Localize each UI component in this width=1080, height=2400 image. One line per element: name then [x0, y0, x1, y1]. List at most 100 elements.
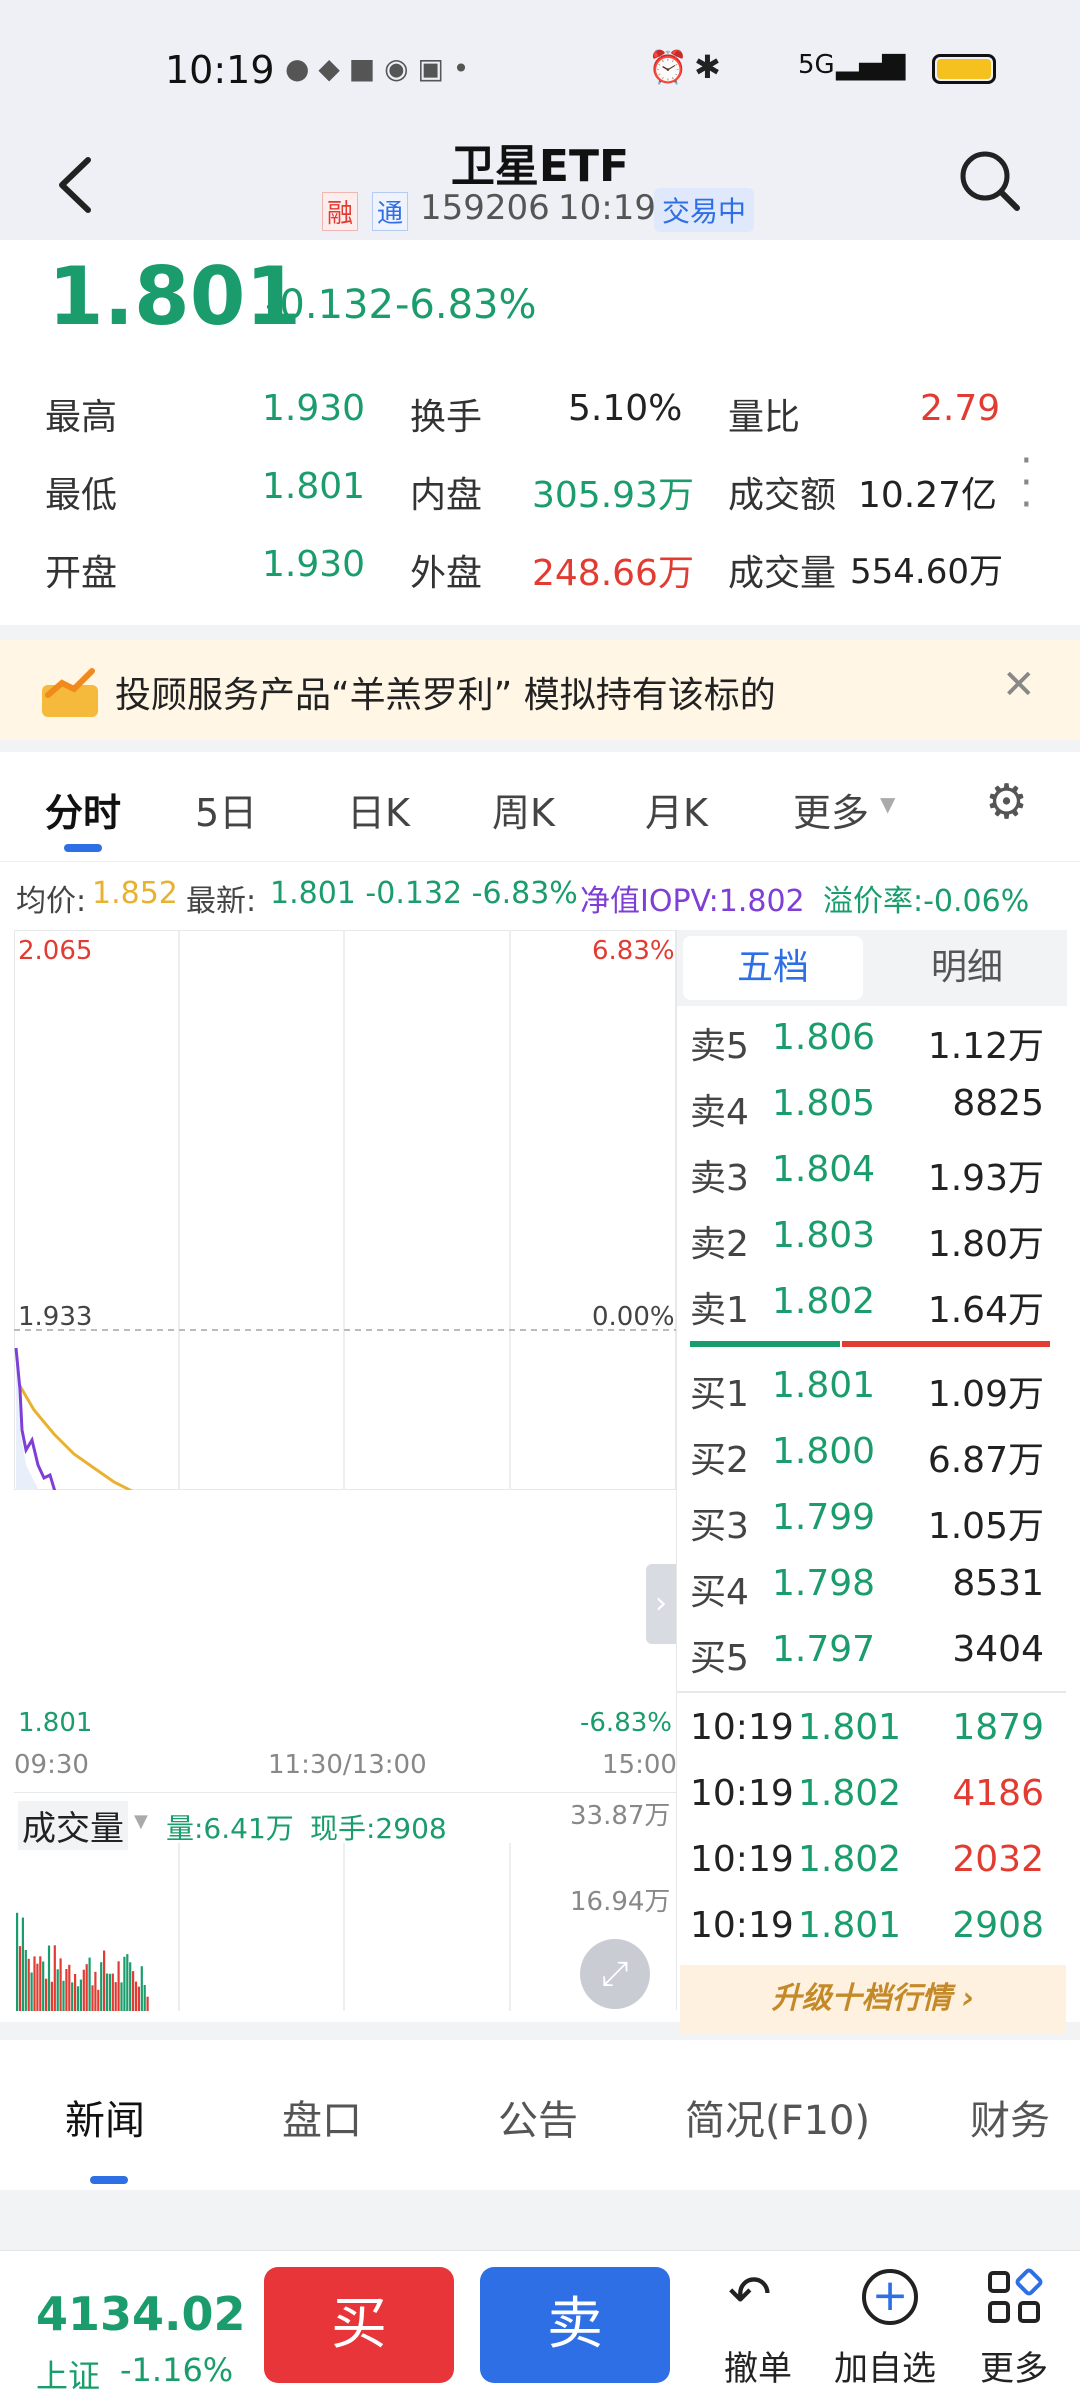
- ticks-divider: [676, 1691, 1066, 1693]
- price-change: -0.132: [265, 282, 394, 328]
- chart-tabs: 分时 5日 日K 周K 月K 更多 ▼ ⚙: [0, 752, 1080, 862]
- upgrade-banner[interactable]: 升级十档行情 ›: [680, 1965, 1066, 2033]
- sell-level-row[interactable]: 卖1 1.802 1.64万: [690, 1271, 1050, 1337]
- buy-level-row[interactable]: 买3 1.799 1.05万: [690, 1487, 1050, 1553]
- tab-finance[interactable]: 财务: [970, 2088, 1050, 2146]
- volume-bar: [94, 1971, 97, 2011]
- tab-more[interactable]: 更多: [793, 782, 869, 837]
- outer-volume-value: 248.66万: [532, 553, 694, 594]
- volume-amount: 量:6.41万: [166, 1812, 294, 1845]
- trend-chart-icon: [42, 668, 98, 717]
- tab-handicap[interactable]: 盘口: [282, 2088, 362, 2146]
- volume-bars: [16, 1843, 511, 2011]
- gear-icon[interactable]: ⚙: [985, 774, 1028, 830]
- bid-ask-divider: [690, 1341, 840, 1347]
- tab-5day[interactable]: 5日: [195, 782, 257, 837]
- buy-level-price: 1.798: [772, 1563, 876, 1604]
- buy-button[interactable]: 买: [264, 2267, 454, 2383]
- buy-level-row[interactable]: 买1 1.801 1.09万: [690, 1355, 1050, 1421]
- sell-level-row[interactable]: 卖5 1.806 1.12万: [690, 1007, 1050, 1073]
- low-label: 最低: [45, 475, 118, 516]
- search-icon[interactable]: [955, 146, 1025, 216]
- chevron-down-icon: ▼: [134, 1811, 148, 1832]
- index-value[interactable]: 4134.02: [36, 2287, 246, 2341]
- tab-monthly-k[interactable]: 月K: [645, 782, 708, 837]
- buy-level-row[interactable]: 买2 1.800 6.87万: [690, 1421, 1050, 1487]
- high-value: 1.930: [262, 388, 366, 429]
- volume-bar: [146, 1996, 149, 2011]
- expand-panel-handle[interactable]: ›: [646, 1564, 676, 1644]
- volume-bar: [53, 1945, 56, 2011]
- volume-bar: [137, 1986, 140, 2011]
- buy-level-label: 买4: [690, 1572, 749, 1613]
- sell-level-volume: 8825: [952, 1083, 1044, 1124]
- volume-bar: [21, 1917, 24, 2011]
- tab-weekly-k[interactable]: 周K: [492, 782, 555, 837]
- tab-profile[interactable]: 简况(F10): [685, 2088, 870, 2146]
- trade-tick-row: 10:19 1.801 2908: [690, 1895, 1050, 1961]
- upgrade-text: 升级十档行情: [771, 1981, 952, 2016]
- add-watchlist-button[interactable]: + 加自选: [832, 2261, 942, 2391]
- volume-bar: [108, 1973, 111, 2011]
- tab-news[interactable]: 新闻: [65, 2088, 145, 2146]
- intraday-chart[interactable]: [14, 930, 676, 1490]
- tab-announcements[interactable]: 公告: [498, 2088, 578, 2146]
- sell-level-row[interactable]: 卖2 1.803 1.80万: [690, 1205, 1050, 1271]
- alarm-icon: ⏰: [648, 48, 688, 86]
- more-stats-icon[interactable]: · · ·: [1020, 441, 1033, 525]
- tab-intraday[interactable]: 分时: [45, 782, 121, 837]
- open-label: 开盘: [45, 553, 118, 594]
- tab-daily-k[interactable]: 日K: [347, 782, 410, 837]
- chart-zero-pct: 0.00%: [592, 1302, 675, 1332]
- tab-active-indicator: [64, 844, 102, 852]
- chart-prev-close: 1.933: [18, 1302, 93, 1332]
- sell-button[interactable]: 卖: [480, 2267, 670, 2383]
- volume-bar: [39, 1956, 42, 2011]
- buy-level-row[interactable]: 买4 1.798 8531: [690, 1553, 1050, 1619]
- trade-tick-row: 10:19 1.802 4186: [690, 1763, 1050, 1829]
- more-button[interactable]: 更多: [978, 2261, 1058, 2391]
- sell-level-label: 卖3: [690, 1158, 749, 1199]
- buy-level-row[interactable]: 买5 1.797 3404: [690, 1619, 1050, 1685]
- buy-level-price: 1.797: [772, 1629, 876, 1670]
- volume-ratio-value: 2.79: [920, 388, 1001, 429]
- sell-level-volume: 1.80万: [927, 1224, 1044, 1265]
- tick-price: 1.801: [798, 1905, 902, 1946]
- volume-bar: [47, 1945, 51, 2011]
- cancel-order-button[interactable]: ↶ 撤单: [718, 2261, 802, 2391]
- volume-value: 554.60万: [850, 552, 1003, 592]
- sell-level-price: 1.805: [772, 1083, 876, 1124]
- tick-volume: 4186: [952, 1773, 1044, 1814]
- quote-panel: 1.801 -0.132 -6.83% 最高 1.930 换手 5.10% 量比…: [0, 240, 1080, 625]
- advisor-banner[interactable]: 投顾服务产品“羊羔罗利” 模拟持有该标的 ✕: [0, 640, 1080, 740]
- add-watchlist-label: 加自选: [834, 2349, 936, 2389]
- sell-level-label: 卖1: [690, 1290, 749, 1331]
- tab-news-indicator: [90, 2176, 128, 2184]
- fullscreen-button[interactable]: ⤢: [580, 1939, 650, 2009]
- high-label: 最高: [45, 397, 118, 438]
- tab-five-levels[interactable]: 五档: [683, 936, 863, 1000]
- tab-details[interactable]: 明细: [877, 936, 1057, 1000]
- tick-volume: 2908: [952, 1905, 1044, 1946]
- buy-level-price: 1.801: [772, 1365, 876, 1406]
- tick-price: 1.802: [798, 1839, 902, 1880]
- tick-volume: 1879: [952, 1707, 1044, 1748]
- volume-bar: [97, 1989, 100, 2011]
- volume-bar: [76, 1986, 80, 2011]
- index-change: -1.16%: [120, 2351, 234, 2389]
- volume-bar: [79, 1979, 82, 2011]
- volume-current-hand: 现手:2908: [310, 1812, 447, 1845]
- buy-level-label: 买2: [690, 1440, 749, 1481]
- inner-volume-value: 305.93万: [532, 475, 694, 516]
- chart-card: 分时 5日 日K 周K 月K 更多 ▼ ⚙ 均价: 1.852 最新: 1.80…: [0, 752, 1080, 2033]
- buy-level-label: 买1: [690, 1374, 749, 1415]
- chevron-down-icon: ▼: [880, 792, 896, 816]
- sell-level-row[interactable]: 卖4 1.805 8825: [690, 1073, 1050, 1139]
- sell-level-row[interactable]: 卖3 1.804 1.93万: [690, 1139, 1050, 1205]
- time-axis-start: 09:30: [14, 1750, 89, 1780]
- buy-level-price: 1.800: [772, 1431, 876, 1472]
- amount-label: 成交额: [728, 475, 837, 516]
- close-icon[interactable]: ✕: [1002, 662, 1036, 708]
- tick-time: 10:19: [690, 1773, 794, 1814]
- bottom-trade-bar: 4134.02 上证 -1.16% 买 卖 ↶ 撤单 + 加自选 更多: [0, 2250, 1080, 2400]
